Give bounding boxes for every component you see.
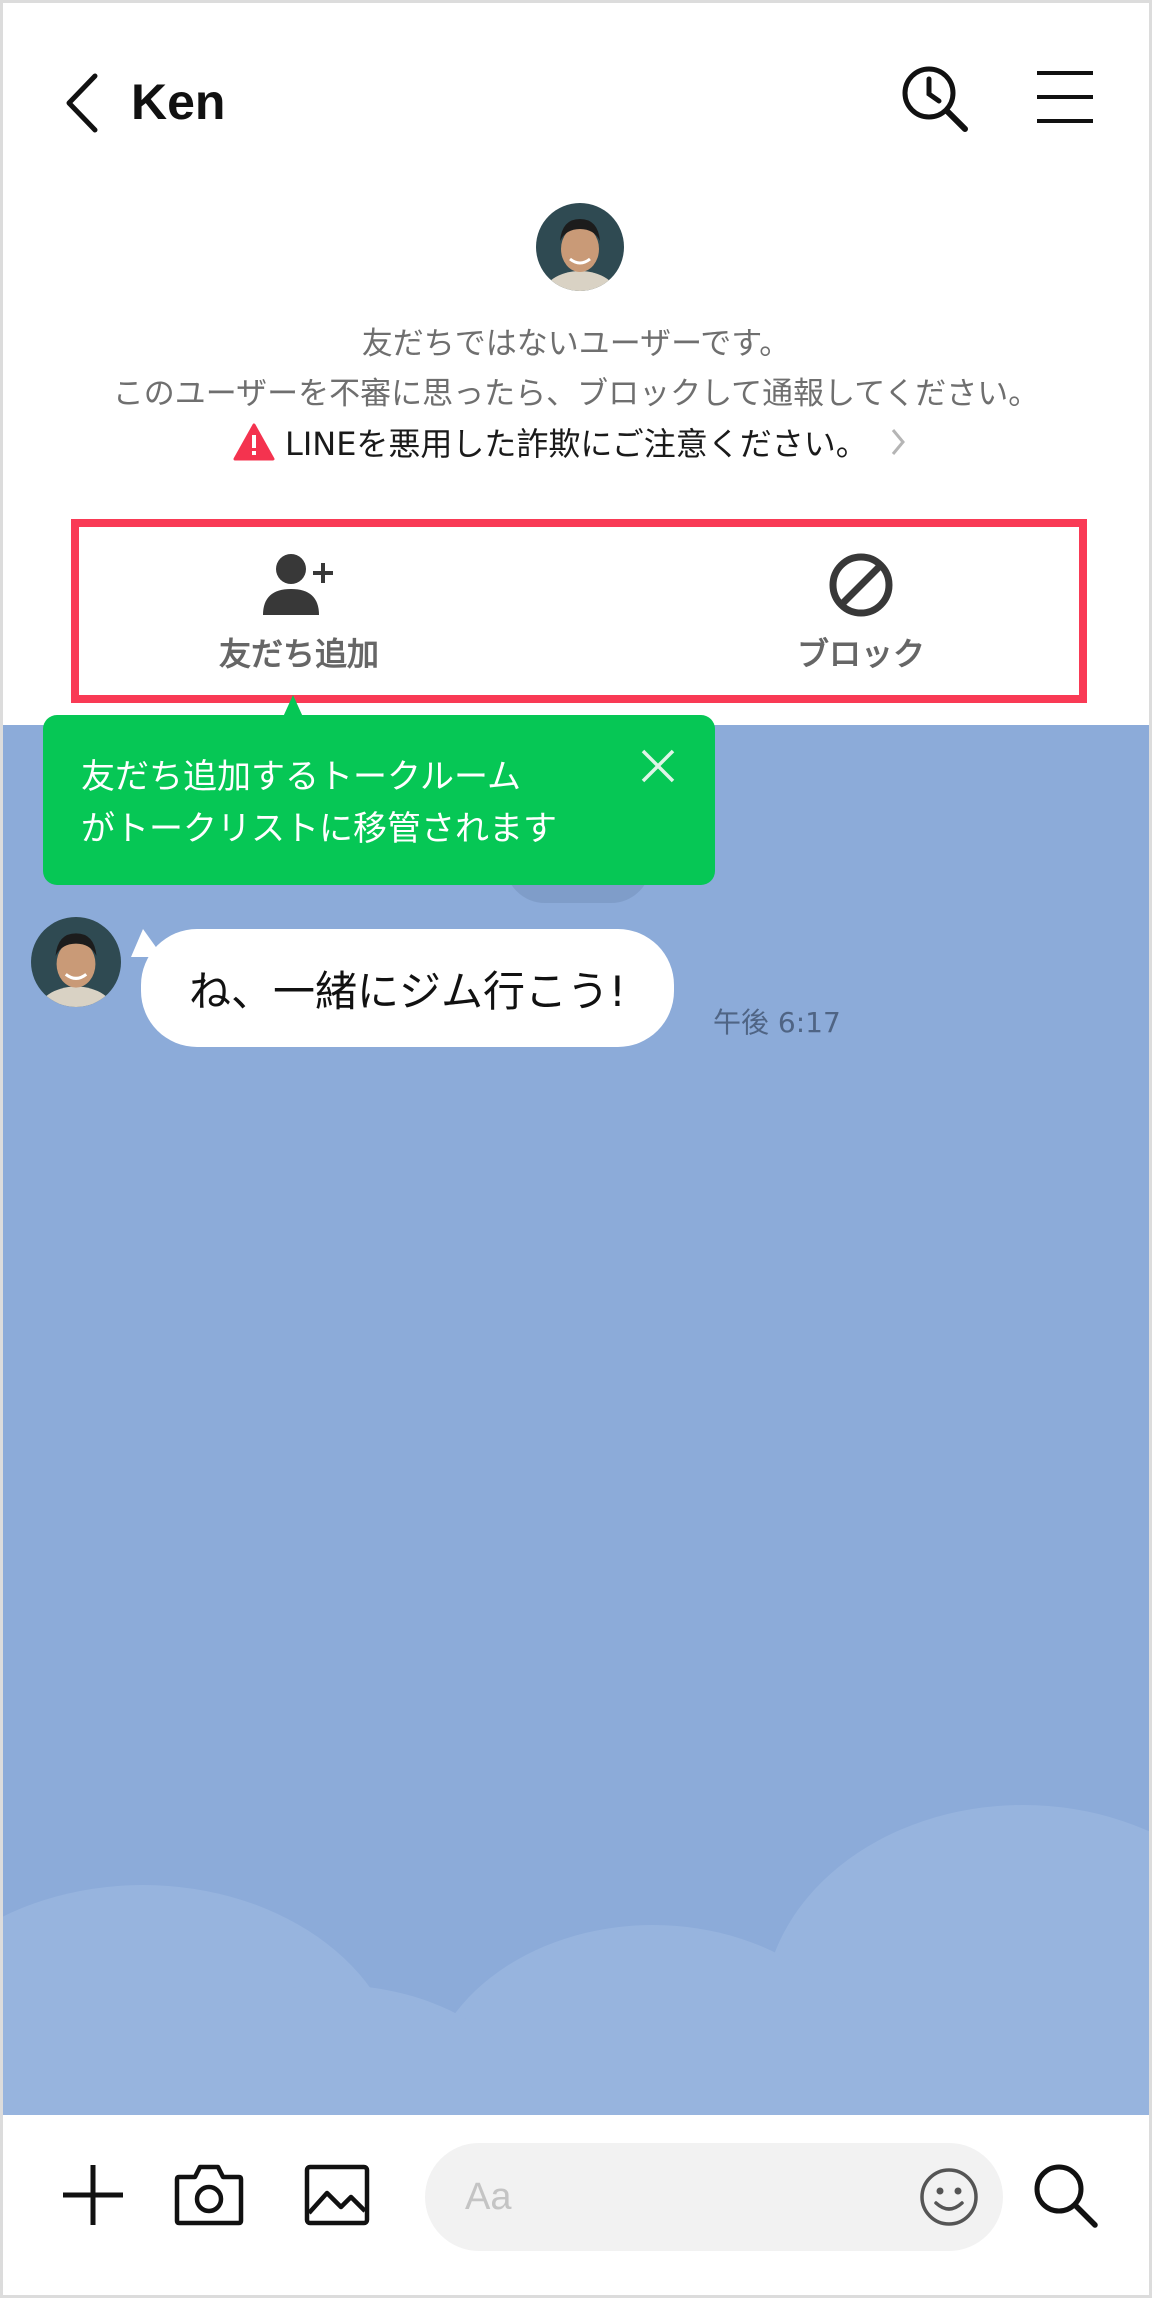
message-input[interactable]: Aa [425, 2143, 1003, 2251]
menu-button[interactable] [1033, 65, 1097, 129]
block-label: ブロック [796, 635, 925, 673]
sender-avatar[interactable] [31, 917, 121, 1007]
add-friend-button[interactable]: 友だち追加 [149, 527, 449, 695]
header: Ken [3, 3, 1149, 193]
app-frame: Ken 友だちではないユーザーです。 このユーザーを不審に思ったら、ブロックして… [0, 0, 1152, 2298]
plus-button[interactable] [53, 2155, 133, 2235]
close-icon [641, 749, 675, 783]
clock-search-icon [902, 66, 968, 132]
plus-icon [63, 2165, 123, 2225]
camera-icon [174, 2164, 244, 2226]
back-button[interactable] [51, 65, 111, 141]
chat-title: Ken [131, 74, 226, 130]
chevron-left-icon [66, 73, 98, 133]
fraud-warning-text: LINEを悪用した詐欺にご注意ください。 [285, 425, 868, 463]
input-placeholder: Aa [465, 2176, 512, 2218]
tooltip-close-button[interactable] [635, 743, 681, 789]
avatar-image [31, 917, 121, 1007]
move-to-list-tooltip: 友だち追加するトークルーム がトークリストに移管されます [43, 715, 715, 885]
action-bar-highlight: 友だち追加 ブロック [71, 519, 1087, 703]
add-friend-label: 友だち追加 [218, 635, 379, 673]
search-button[interactable] [1025, 2155, 1105, 2235]
tooltip-line-2: がトークリストに移管されます [81, 809, 557, 849]
tooltip-text: 友だち追加するトークルーム がトークリストに移管されます [81, 751, 557, 855]
image-icon [304, 2164, 370, 2226]
search-icon [1034, 2164, 1098, 2228]
history-search-button[interactable] [899, 63, 971, 135]
emoji-button[interactable] [917, 2165, 981, 2229]
avatar[interactable] [536, 203, 624, 291]
message-timestamp: 午後 6:17 [713, 1006, 841, 1039]
chevron-right-icon [891, 429, 905, 455]
notice-not-friend: 友だちではないユーザーです。 [361, 326, 791, 362]
block-icon [829, 553, 893, 617]
message-bubble[interactable]: ね、一緒にジム行こう! [141, 929, 674, 1047]
block-button[interactable]: ブロック [711, 527, 1011, 695]
add-user-icon [263, 554, 333, 615]
message-text: ね、一緒にジム行こう! [189, 966, 626, 1016]
profile-section: 友だちではないユーザーです。 このユーザーを不審に思ったら、ブロックして通報して… [3, 193, 1149, 723]
warning-triangle-icon [233, 423, 275, 461]
avatar-image [536, 203, 624, 291]
emoji-icon [920, 2168, 978, 2226]
image-button[interactable] [297, 2155, 377, 2235]
camera-button[interactable] [169, 2155, 249, 2235]
hamburger-menu-icon [1037, 71, 1093, 123]
bottom-input-bar: Aa [3, 2115, 1149, 2295]
tooltip-line-1: 友だち追加するトークルーム [81, 757, 521, 797]
notice-report-hint: このユーザーを不審に思ったら、ブロックして通報してください。 [112, 376, 1040, 412]
fraud-warning-link[interactable]: LINEを悪用した詐欺にご注意ください。 [233, 417, 906, 467]
tooltip-arrow [283, 695, 303, 717]
